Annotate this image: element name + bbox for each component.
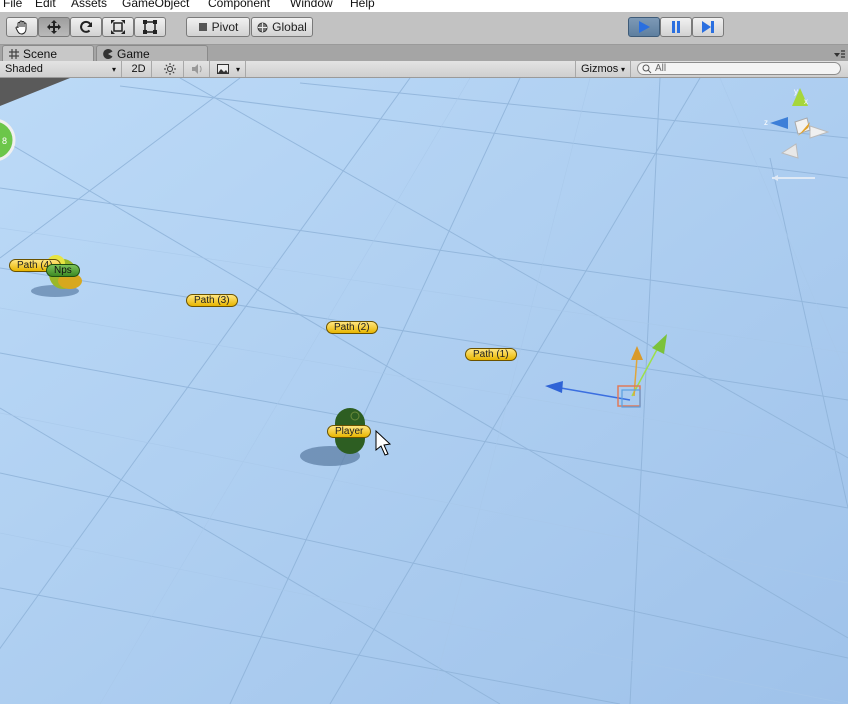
tab-scene[interactable]: Scene	[2, 45, 94, 61]
hand-icon	[15, 20, 27, 35]
menu-bar: File Edit Assets GameObject Component Wi…	[0, 0, 848, 12]
speaker-icon	[191, 64, 202, 74]
scale-icon	[111, 20, 125, 34]
sun-icon	[163, 63, 176, 75]
z-axis-label: z	[764, 118, 768, 127]
pivot-toggle-button[interactable]: Pivot	[186, 17, 250, 37]
play-icon	[639, 21, 650, 33]
hand-tool-button[interactable]	[6, 17, 38, 37]
step-button[interactable]	[692, 17, 724, 37]
view-tab-bar: Scene Game	[0, 45, 848, 61]
shading-mode-dropdown[interactable]: Shaded ▾	[0, 61, 122, 77]
scene-background	[0, 78, 848, 704]
scene-grid-icon	[9, 48, 19, 59]
rect-tool-button[interactable]	[134, 17, 166, 37]
globe-icon	[257, 21, 268, 33]
shading-mode-value: Shaded	[5, 63, 43, 75]
pause-button[interactable]	[660, 17, 692, 37]
svg-text:8: 8	[2, 136, 7, 146]
dropdown-arrow-icon: ▾	[235, 64, 240, 74]
image-icon	[217, 64, 229, 74]
path-3-label[interactable]: Path (3)	[186, 294, 238, 307]
tab-game-label: Game	[117, 46, 150, 61]
audio-toggle-button[interactable]	[184, 61, 210, 77]
menu-file[interactable]: File	[3, 0, 22, 10]
npc-label[interactable]: Nps	[46, 264, 80, 277]
scale-tool-button[interactable]	[102, 17, 134, 37]
global-toggle-button[interactable]: Global	[251, 17, 313, 37]
path-1-label[interactable]: Path (1)	[465, 348, 517, 361]
play-button[interactable]	[628, 17, 660, 37]
dropdown-arrow-icon: ▾	[620, 64, 625, 74]
gizmos-label: Gizmos	[581, 63, 619, 75]
x-axis-label: x	[804, 97, 808, 106]
2d-toggle-button[interactable]: 2D	[126, 61, 152, 77]
menu-help[interactable]: Help	[350, 0, 375, 10]
global-label: Global	[272, 20, 307, 34]
tab-scene-label: Scene	[23, 46, 58, 61]
pause-icon	[672, 21, 680, 33]
menu-assets[interactable]: Assets	[71, 0, 107, 10]
search-icon	[642, 64, 652, 73]
move-tool-button[interactable]	[38, 17, 70, 37]
rotate-tool-button[interactable]	[70, 17, 102, 37]
main-toolbar: Pivot Global	[0, 12, 848, 45]
scene-control-bar: Shaded ▾ 2D ▾ Gizmos ▾ All	[0, 61, 848, 78]
scene-viewport[interactable]: 8 y z x Path (4) Nps Path (3) Path (2) P…	[0, 78, 848, 704]
scene-search-input[interactable]: All	[637, 62, 841, 75]
panel-menu-icon[interactable]	[832, 49, 846, 59]
step-icon	[702, 21, 714, 33]
path-2-label[interactable]: Path (2)	[326, 321, 378, 334]
dropdown-arrow-icon: ▾	[111, 64, 116, 74]
pacman-icon	[103, 48, 113, 59]
2d-label: 2D	[131, 63, 146, 75]
menu-window[interactable]: Window	[290, 0, 333, 10]
scene-canvas: 8 y z x	[0, 78, 848, 704]
move-icon	[47, 20, 61, 34]
pivot-icon	[198, 23, 207, 31]
pivot-label: Pivot	[211, 20, 239, 34]
menu-edit[interactable]: Edit	[35, 0, 56, 10]
tab-game[interactable]: Game	[96, 45, 208, 61]
search-placeholder: All	[655, 63, 667, 74]
effects-dropdown[interactable]: ▾	[212, 61, 246, 77]
player-label[interactable]: Player	[327, 425, 372, 438]
rotate-icon	[80, 20, 92, 33]
gizmos-dropdown[interactable]: Gizmos ▾	[575, 61, 631, 77]
rect-icon	[143, 20, 157, 34]
y-axis-label: y	[794, 87, 798, 96]
menu-gameobject[interactable]: GameObject	[122, 0, 189, 10]
menu-component[interactable]: Component	[208, 0, 270, 10]
lighting-toggle-button[interactable]	[156, 61, 184, 77]
